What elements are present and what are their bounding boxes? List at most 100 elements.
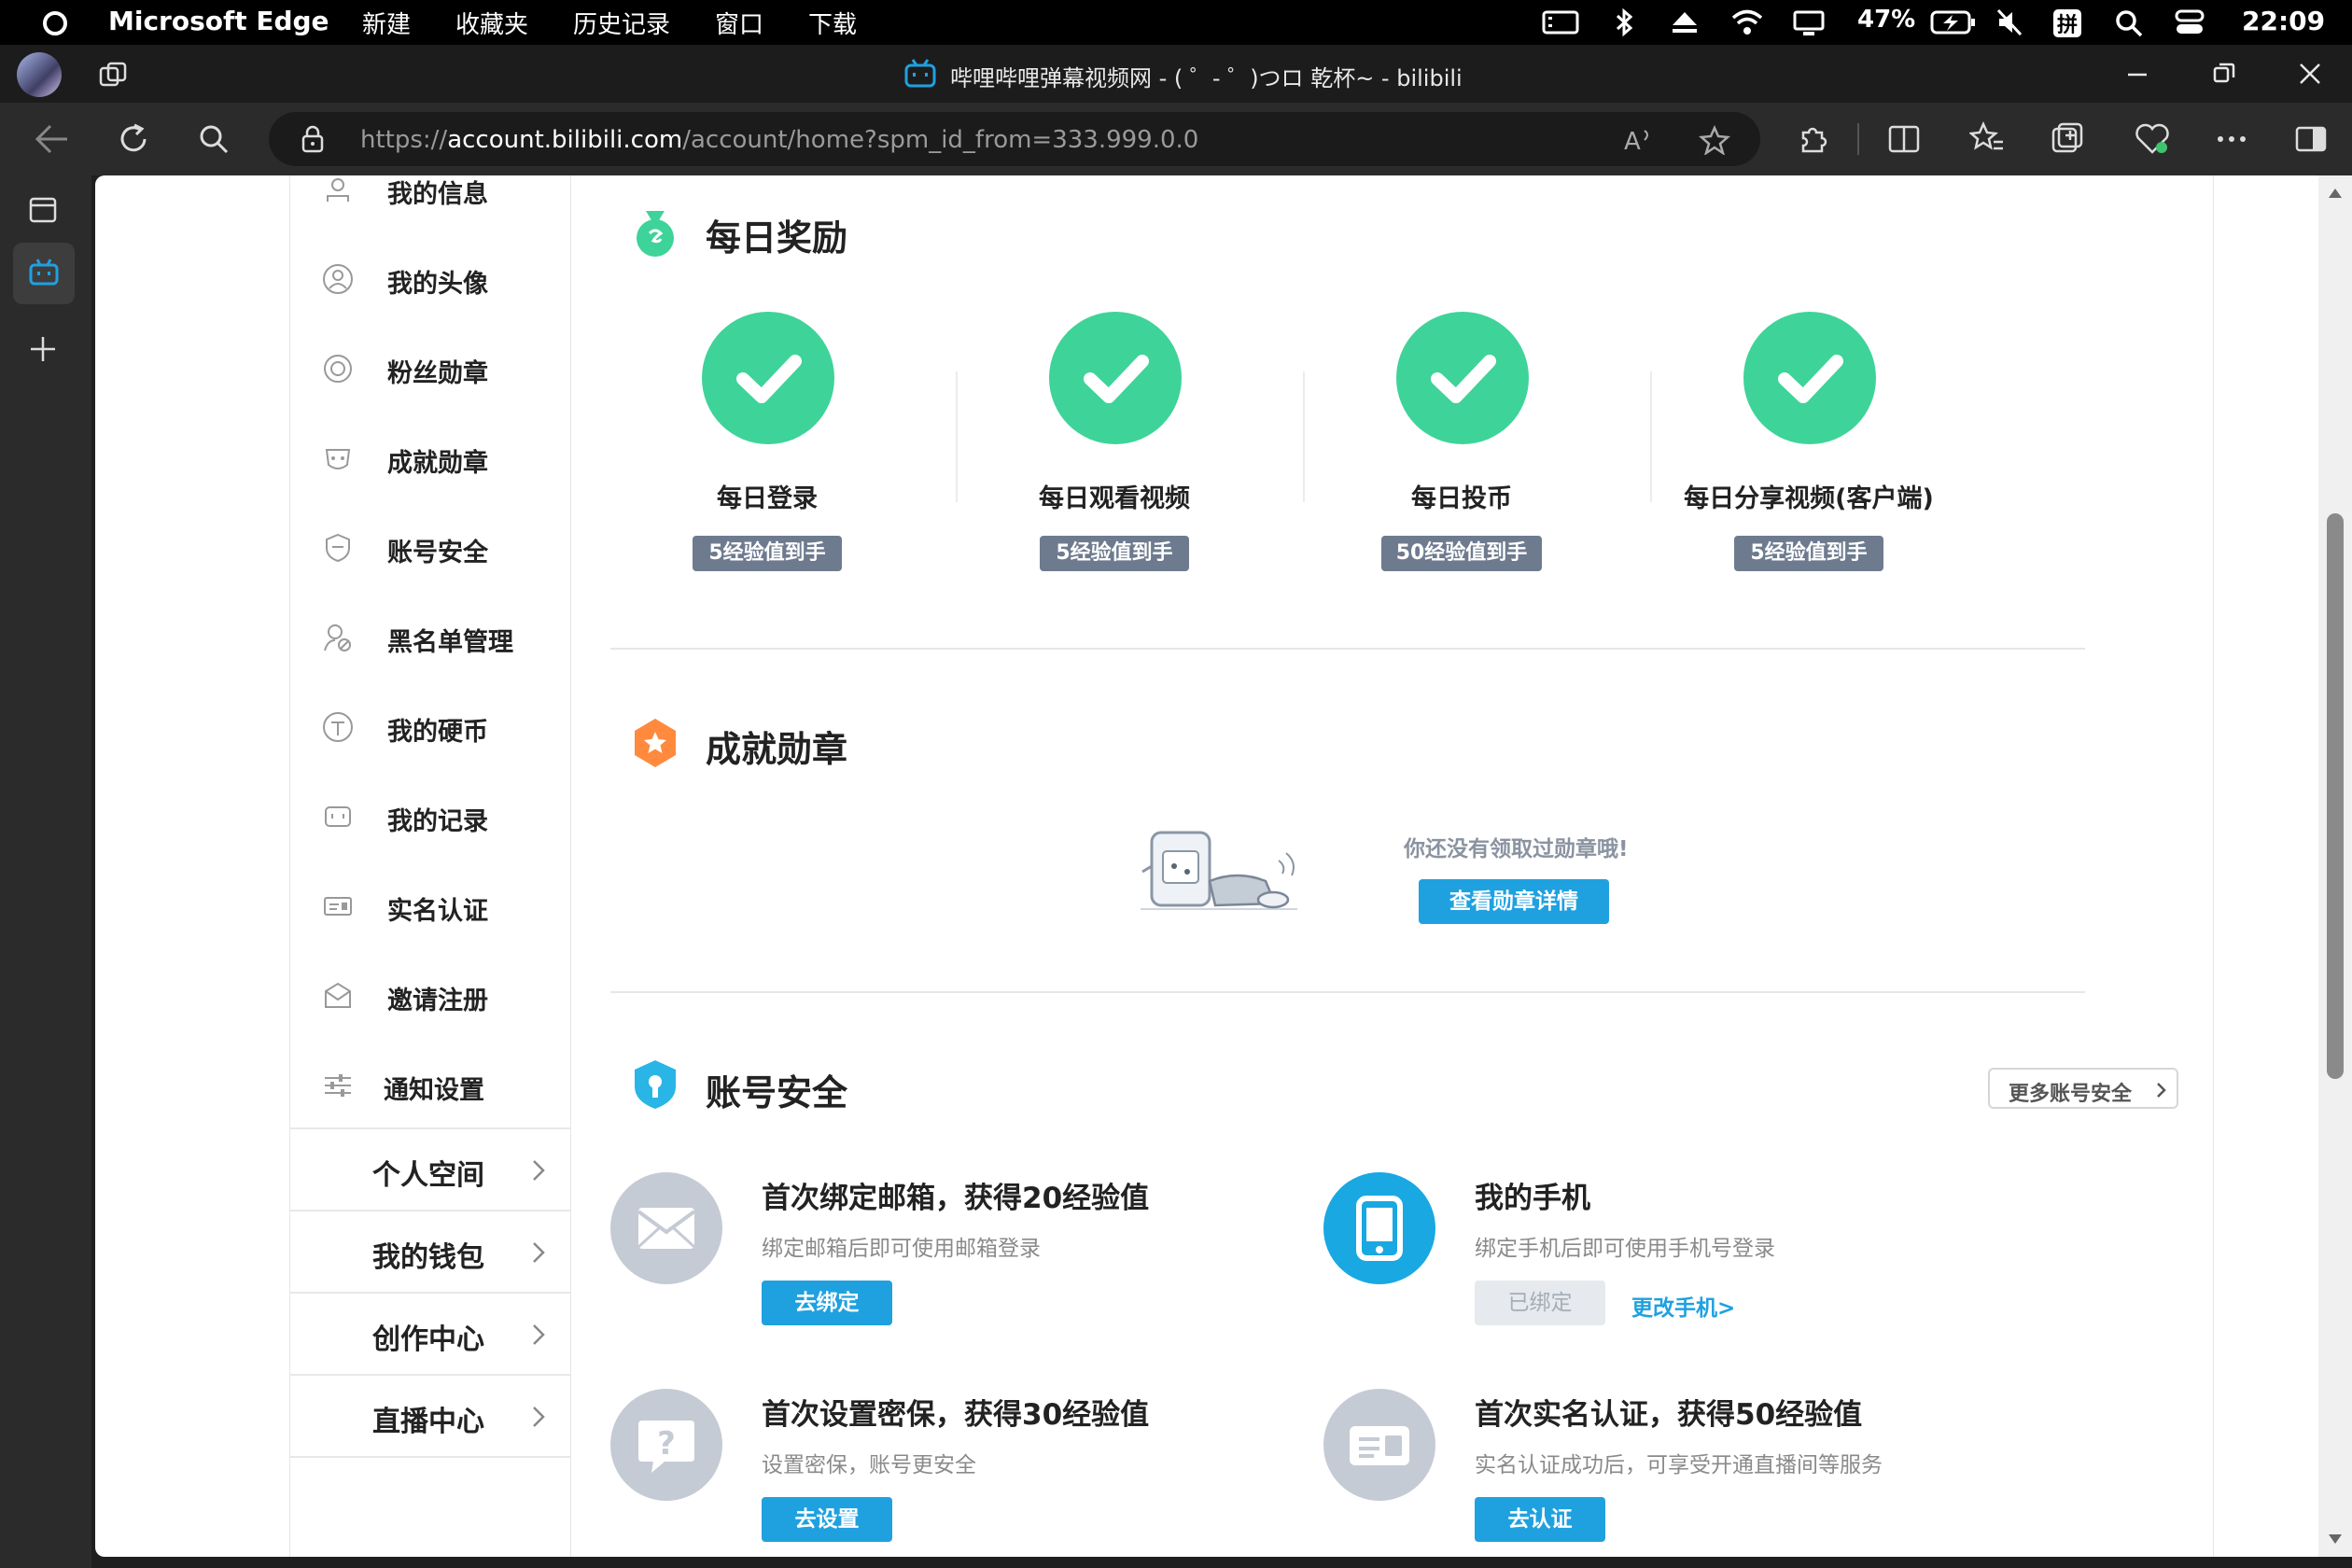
sidebar-item-my-info[interactable]: 我的信息 xyxy=(290,175,570,217)
chevron-right-icon xyxy=(533,1407,545,1427)
sidebar-link-creator-center[interactable]: 创作中心 xyxy=(290,1292,570,1374)
spotlight-search-icon[interactable] xyxy=(2115,9,2143,37)
collections-icon[interactable] xyxy=(2050,121,2085,157)
menu-history[interactable]: 历史记录 xyxy=(573,6,670,40)
address-bar[interactable]: https://account.bilibili.com/account/hom… xyxy=(269,112,1760,166)
split-screen-icon[interactable] xyxy=(1887,123,1921,155)
realname-round-icon xyxy=(1323,1389,1435,1501)
more-security-label: 更多账号安全 xyxy=(2009,1083,2133,1106)
fan-medal-icon xyxy=(324,355,352,383)
phone-row-title: 我的手机 xyxy=(1475,1182,1590,1215)
mail-icon xyxy=(637,1208,696,1249)
clock: 22:09 xyxy=(2242,6,2326,36)
control-center-icon[interactable] xyxy=(2175,7,2205,37)
status-list-icon[interactable] xyxy=(1542,9,1579,35)
sidebar-item-achievement[interactable]: 成就勋章 xyxy=(290,429,570,485)
reward-name: 每日登录 xyxy=(717,484,818,513)
email-row-desc: 绑定邮箱后即可使用邮箱登录 xyxy=(762,1237,1041,1261)
scroll-down-icon[interactable] xyxy=(2328,1533,2343,1546)
browser-essentials-icon[interactable] xyxy=(2134,121,2171,157)
account-sidebar: 我的信息 我的头像 粉丝勋章 成就勋章 账号安全 黑名单管理 我的硬币 我的记录… xyxy=(289,175,571,1557)
sidebar-item-security[interactable]: 账号安全 xyxy=(290,519,570,575)
record-icon xyxy=(325,806,351,827)
favorite-star-icon[interactable] xyxy=(1699,125,1730,155)
url-text[interactable]: https://account.bilibili.com/account/hom… xyxy=(360,126,1198,154)
workspaces-icon[interactable] xyxy=(97,60,131,90)
verify-realname-button[interactable]: 去认证 xyxy=(1475,1497,1605,1542)
apple-icon[interactable] xyxy=(41,9,69,37)
more-options-icon[interactable] xyxy=(2216,134,2247,144)
scroll-up-icon[interactable] xyxy=(2328,187,2343,200)
lock-icon[interactable] xyxy=(301,125,325,153)
sidebar-item-label: 成就勋章 xyxy=(387,449,488,478)
check-circle xyxy=(1743,312,1876,444)
app-menu[interactable]: Microsoft Edge xyxy=(108,6,329,36)
menu-new[interactable]: 新建 xyxy=(362,6,411,40)
bind-email-button[interactable]: 去绑定 xyxy=(762,1281,892,1325)
sidebar-link-label: 我的钱包 xyxy=(372,1241,484,1274)
sidebar-link-personal-space[interactable]: 个人空间 xyxy=(290,1127,570,1210)
account-main: 每日奖励 每日登录 5经验值到手 每日观看视频 5经验值到手 每日投币 50经验… xyxy=(571,175,2214,1557)
reward-daily-login: 每日登录 5经验值到手 xyxy=(594,293,941,592)
battery-icon[interactable] xyxy=(1930,9,1977,35)
sidebar-item-invite[interactable]: 邀请注册 xyxy=(290,967,570,1023)
scrollbar-thumb[interactable] xyxy=(2327,513,2344,1079)
restore-icon[interactable] xyxy=(2212,62,2236,86)
tab-bilibili[interactable] xyxy=(13,243,75,304)
avatar-icon xyxy=(323,264,353,294)
more-security-button[interactable]: 更多账号安全 xyxy=(1988,1068,2178,1109)
refresh-icon[interactable] xyxy=(116,121,151,157)
id-card-icon xyxy=(324,897,352,916)
reward-daily-coin: 每日投币 50经验值到手 xyxy=(1288,293,1635,592)
sidebar-item-records[interactable]: 我的记录 xyxy=(290,788,570,844)
favorites-icon[interactable] xyxy=(1969,121,2005,155)
sidebar-link-label: 个人空间 xyxy=(372,1159,484,1192)
bluetooth-icon[interactable] xyxy=(1613,7,1635,37)
read-aloud-icon[interactable]: A xyxy=(1622,125,1656,155)
empty-state-illustration xyxy=(1141,831,1297,910)
mute-icon[interactable] xyxy=(1995,7,2023,37)
view-achievement-button[interactable]: 查看勋章详情 xyxy=(1419,879,1609,924)
display-icon[interactable] xyxy=(1792,9,1826,37)
menu-downloads[interactable]: 下载 xyxy=(808,6,857,40)
page-scrollbar[interactable] xyxy=(2318,175,2352,1557)
check-circle xyxy=(1049,312,1182,444)
menu-favorites[interactable]: 收藏夹 xyxy=(455,6,528,40)
back-icon[interactable] xyxy=(34,123,71,155)
check-circle xyxy=(1396,312,1529,444)
change-phone-link[interactable]: 更改手机> xyxy=(1631,1290,1735,1322)
achievement-icon xyxy=(325,449,351,469)
sidebar-item-fan-medal[interactable]: 粉丝勋章 xyxy=(290,340,570,396)
sidebar-item-blacklist[interactable]: 黑名单管理 xyxy=(290,609,570,665)
sidebar-item-label: 账号安全 xyxy=(387,539,488,567)
tab-actions-icon[interactable] xyxy=(28,196,58,224)
minimize-icon[interactable] xyxy=(2126,67,2149,82)
sidebar-item-notification[interactable]: 通知设置 xyxy=(290,1057,570,1113)
set-question-button[interactable]: 去设置 xyxy=(762,1497,892,1542)
sidebar-item-coins[interactable]: 我的硬币 xyxy=(290,698,570,754)
profile-avatar[interactable] xyxy=(17,52,62,97)
input-method-icon[interactable]: 拼 xyxy=(2051,7,2083,39)
sidebar-item-avatar[interactable]: 我的头像 xyxy=(290,250,570,306)
sidebar-link-wallet[interactable]: 我的钱包 xyxy=(290,1210,570,1292)
window-titlebar: 哔哩哔哩弹幕视频网 - ( ゜- ゜)つロ 乾杯~ - bilibili xyxy=(0,45,2352,103)
menu-window[interactable]: 窗口 xyxy=(715,6,763,40)
question-bubble-icon: ? xyxy=(638,1421,694,1473)
security-shield-icon xyxy=(635,1060,676,1109)
phone-row-desc: 绑定手机后即可使用手机号登录 xyxy=(1475,1237,1775,1261)
sidebar-link-live-center[interactable]: 直播中心 xyxy=(290,1374,570,1458)
new-tab-icon[interactable] xyxy=(28,334,58,364)
eject-icon[interactable] xyxy=(1671,9,1699,35)
system-menubar: Microsoft Edge 新建 收藏夹 历史记录 窗口 下载 47% 拼 2… xyxy=(0,0,2352,45)
sidebar-toggle-icon[interactable] xyxy=(2294,125,2328,153)
invite-icon xyxy=(325,982,351,1008)
reward-name: 每日观看视频 xyxy=(1039,484,1190,513)
close-icon[interactable] xyxy=(2298,62,2322,86)
check-icon xyxy=(1778,355,1843,403)
search-icon[interactable] xyxy=(198,123,230,155)
empty-achievement-text: 你还没有领取过勋章哦! xyxy=(1404,837,1629,861)
extensions-icon[interactable] xyxy=(1796,123,1829,157)
battery-percent: 47% xyxy=(1857,6,1916,34)
wifi-icon[interactable] xyxy=(1730,7,1764,35)
sidebar-item-real-name[interactable]: 实名认证 xyxy=(290,877,570,933)
